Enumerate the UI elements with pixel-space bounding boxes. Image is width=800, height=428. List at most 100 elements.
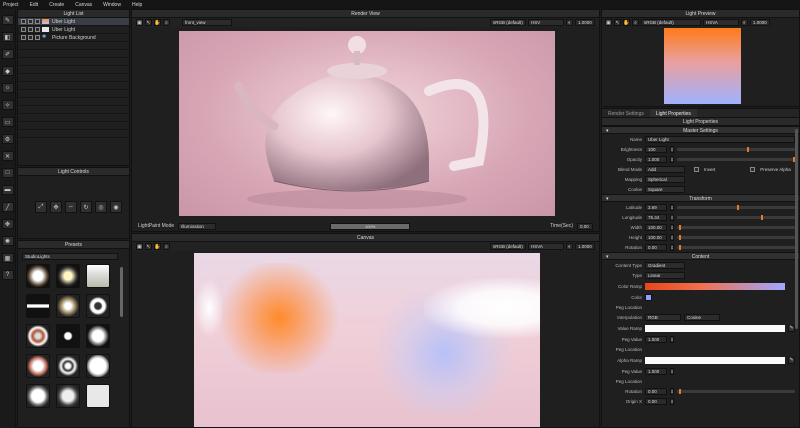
select-icon[interactable]: ▣: [136, 243, 143, 250]
preset-thumbnail[interactable]: [86, 384, 110, 408]
camera-select[interactable]: front_view: [182, 19, 232, 26]
color-swatch[interactable]: [645, 293, 652, 301]
settings-tool-icon[interactable]: ⚙: [1, 134, 14, 144]
visibility-checkbox[interactable]: [21, 27, 26, 32]
spin-icon[interactable]: ⇕: [670, 233, 674, 241]
solo-checkbox[interactable]: [28, 19, 33, 24]
preset-thumbnail[interactable]: [26, 264, 50, 288]
content-rotation-slider[interactable]: [677, 388, 795, 394]
color-space-select[interactable]: sRGB (default): [490, 19, 526, 26]
blend-mode-select[interactable]: Add: [645, 165, 685, 173]
preset-thumbnail[interactable]: [86, 264, 110, 288]
preset-thumbnail[interactable]: [26, 384, 50, 408]
preset-thumbnail[interactable]: [26, 324, 50, 348]
content-rotation-input[interactable]: 0.00: [645, 387, 667, 395]
transform-header[interactable]: ▾ Transform: [602, 194, 799, 202]
color-mode-select[interactable]: HSVA: [528, 243, 564, 250]
line-tool-icon[interactable]: ╱: [1, 202, 14, 212]
preset-thumbnail[interactable]: [56, 264, 80, 288]
interpolation-curve-select[interactable]: Cosine: [684, 313, 720, 321]
pen-tool-icon[interactable]: ✐: [1, 49, 14, 59]
invert-checkbox[interactable]: [694, 166, 699, 172]
preset-thumbnail[interactable]: [56, 294, 80, 318]
preset-thumbnail[interactable]: [26, 294, 50, 318]
zoom-icon[interactable]: ⌕: [163, 243, 170, 250]
brightness-input[interactable]: 100: [645, 145, 667, 153]
light-list-item[interactable]: ✱ Picture Background: [18, 34, 129, 42]
grid-tool-icon[interactable]: ▦: [1, 253, 14, 263]
height-slider[interactable]: [677, 234, 795, 240]
zoom-value[interactable]: 1.0000: [750, 19, 770, 26]
menu-create[interactable]: Create: [49, 2, 64, 8]
menu-canvas[interactable]: Canvas: [75, 2, 92, 8]
brightness-slider[interactable]: [677, 146, 795, 152]
zoom-value[interactable]: 1.0000: [575, 19, 595, 26]
exposure-icon[interactable]: ◐: [741, 19, 748, 26]
type-select[interactable]: Linear: [645, 271, 685, 279]
preset-thumbnail[interactable]: [86, 294, 110, 318]
preset-thumbnail[interactable]: [56, 324, 80, 348]
fill-tool-icon[interactable]: ◆: [1, 66, 14, 76]
eraser-tool-icon[interactable]: ◧: [1, 32, 14, 42]
close-tool-icon[interactable]: ✕: [1, 151, 14, 161]
spin-icon[interactable]: ⇕: [670, 213, 674, 221]
longitude-input[interactable]: 76.34: [645, 213, 667, 221]
canvas-image[interactable]: [194, 253, 540, 427]
edit-ramp-icon[interactable]: ✎: [788, 356, 795, 364]
spin-icon[interactable]: ⇕: [670, 145, 674, 153]
origin-x-input[interactable]: 0.00: [645, 397, 667, 405]
exposure-icon[interactable]: ◐: [566, 19, 573, 26]
value-ramp-bar[interactable]: [645, 324, 785, 332]
interpolation-select[interactable]: RGB: [645, 313, 681, 321]
peg-value-input[interactable]: 1.000: [645, 335, 667, 343]
pan-icon[interactable]: ✋: [623, 19, 630, 26]
peg-value-input[interactable]: 1.000: [645, 367, 667, 375]
bar-tool-icon[interactable]: ▬: [1, 185, 14, 195]
sphere-icon[interactable]: ◎: [95, 201, 107, 213]
preset-thumbnail[interactable]: [26, 354, 50, 378]
menu-project[interactable]: Project: [3, 2, 19, 8]
presets-scrollbar[interactable]: [120, 267, 123, 317]
latitude-input[interactable]: 3.69: [645, 203, 667, 211]
opacity-input[interactable]: 1.000: [645, 155, 667, 163]
spin-icon[interactable]: ⇕: [670, 335, 674, 343]
exposure-icon[interactable]: ◐: [566, 243, 573, 250]
color-ramp-bar[interactable]: [645, 282, 785, 290]
visibility-checkbox[interactable]: [21, 19, 26, 24]
color-mode-select[interactable]: HSVA: [703, 19, 739, 26]
height-input[interactable]: 100.00: [645, 233, 667, 241]
select-icon[interactable]: ▣: [605, 19, 612, 26]
menu-help[interactable]: Help: [132, 2, 142, 8]
move-icon[interactable]: ✥: [50, 201, 62, 213]
width-input[interactable]: 100.00: [645, 223, 667, 231]
preset-thumbnail[interactable]: [56, 354, 80, 378]
zoom-icon[interactable]: ⌕: [632, 19, 639, 26]
sun-tool-icon[interactable]: ✺: [1, 236, 14, 246]
properties-scrollbar[interactable]: [795, 129, 798, 329]
longitude-slider[interactable]: [677, 214, 795, 220]
solo-checkbox[interactable]: [28, 27, 33, 32]
menu-edit[interactable]: Edit: [30, 2, 39, 8]
lock-checkbox[interactable]: [35, 35, 40, 40]
color-space-select[interactable]: sRGB (default): [490, 243, 526, 250]
spin-icon[interactable]: ⇕: [670, 387, 674, 395]
stretch-icon[interactable]: ⇔: [65, 201, 77, 213]
edit-ramp-icon[interactable]: ✎: [788, 324, 795, 332]
alpha-ramp-bar[interactable]: [645, 356, 785, 364]
cookie-select[interactable]: Square: [645, 185, 685, 193]
preserve-alpha-checkbox[interactable]: [750, 166, 756, 172]
light-list-item[interactable]: Uber Light: [18, 26, 129, 34]
name-input[interactable]: Uber Light: [645, 135, 795, 143]
preset-thumbnail[interactable]: [56, 384, 80, 408]
spin-icon[interactable]: ⇕: [670, 243, 674, 251]
pick-tool-icon[interactable]: ✧: [1, 100, 14, 110]
spin-icon[interactable]: ⇕: [670, 367, 674, 375]
help-tool-icon[interactable]: ?: [1, 270, 14, 280]
lock-checkbox[interactable]: [35, 19, 40, 24]
opacity-slider[interactable]: [677, 156, 795, 162]
menu-window[interactable]: Window: [103, 2, 121, 8]
tab-render-settings[interactable]: Render Settings: [602, 109, 650, 117]
brush-tool-icon[interactable]: ✎: [1, 15, 14, 25]
rotate-icon[interactable]: ↻: [80, 201, 92, 213]
light-tool-icon[interactable]: ☼: [1, 83, 14, 93]
